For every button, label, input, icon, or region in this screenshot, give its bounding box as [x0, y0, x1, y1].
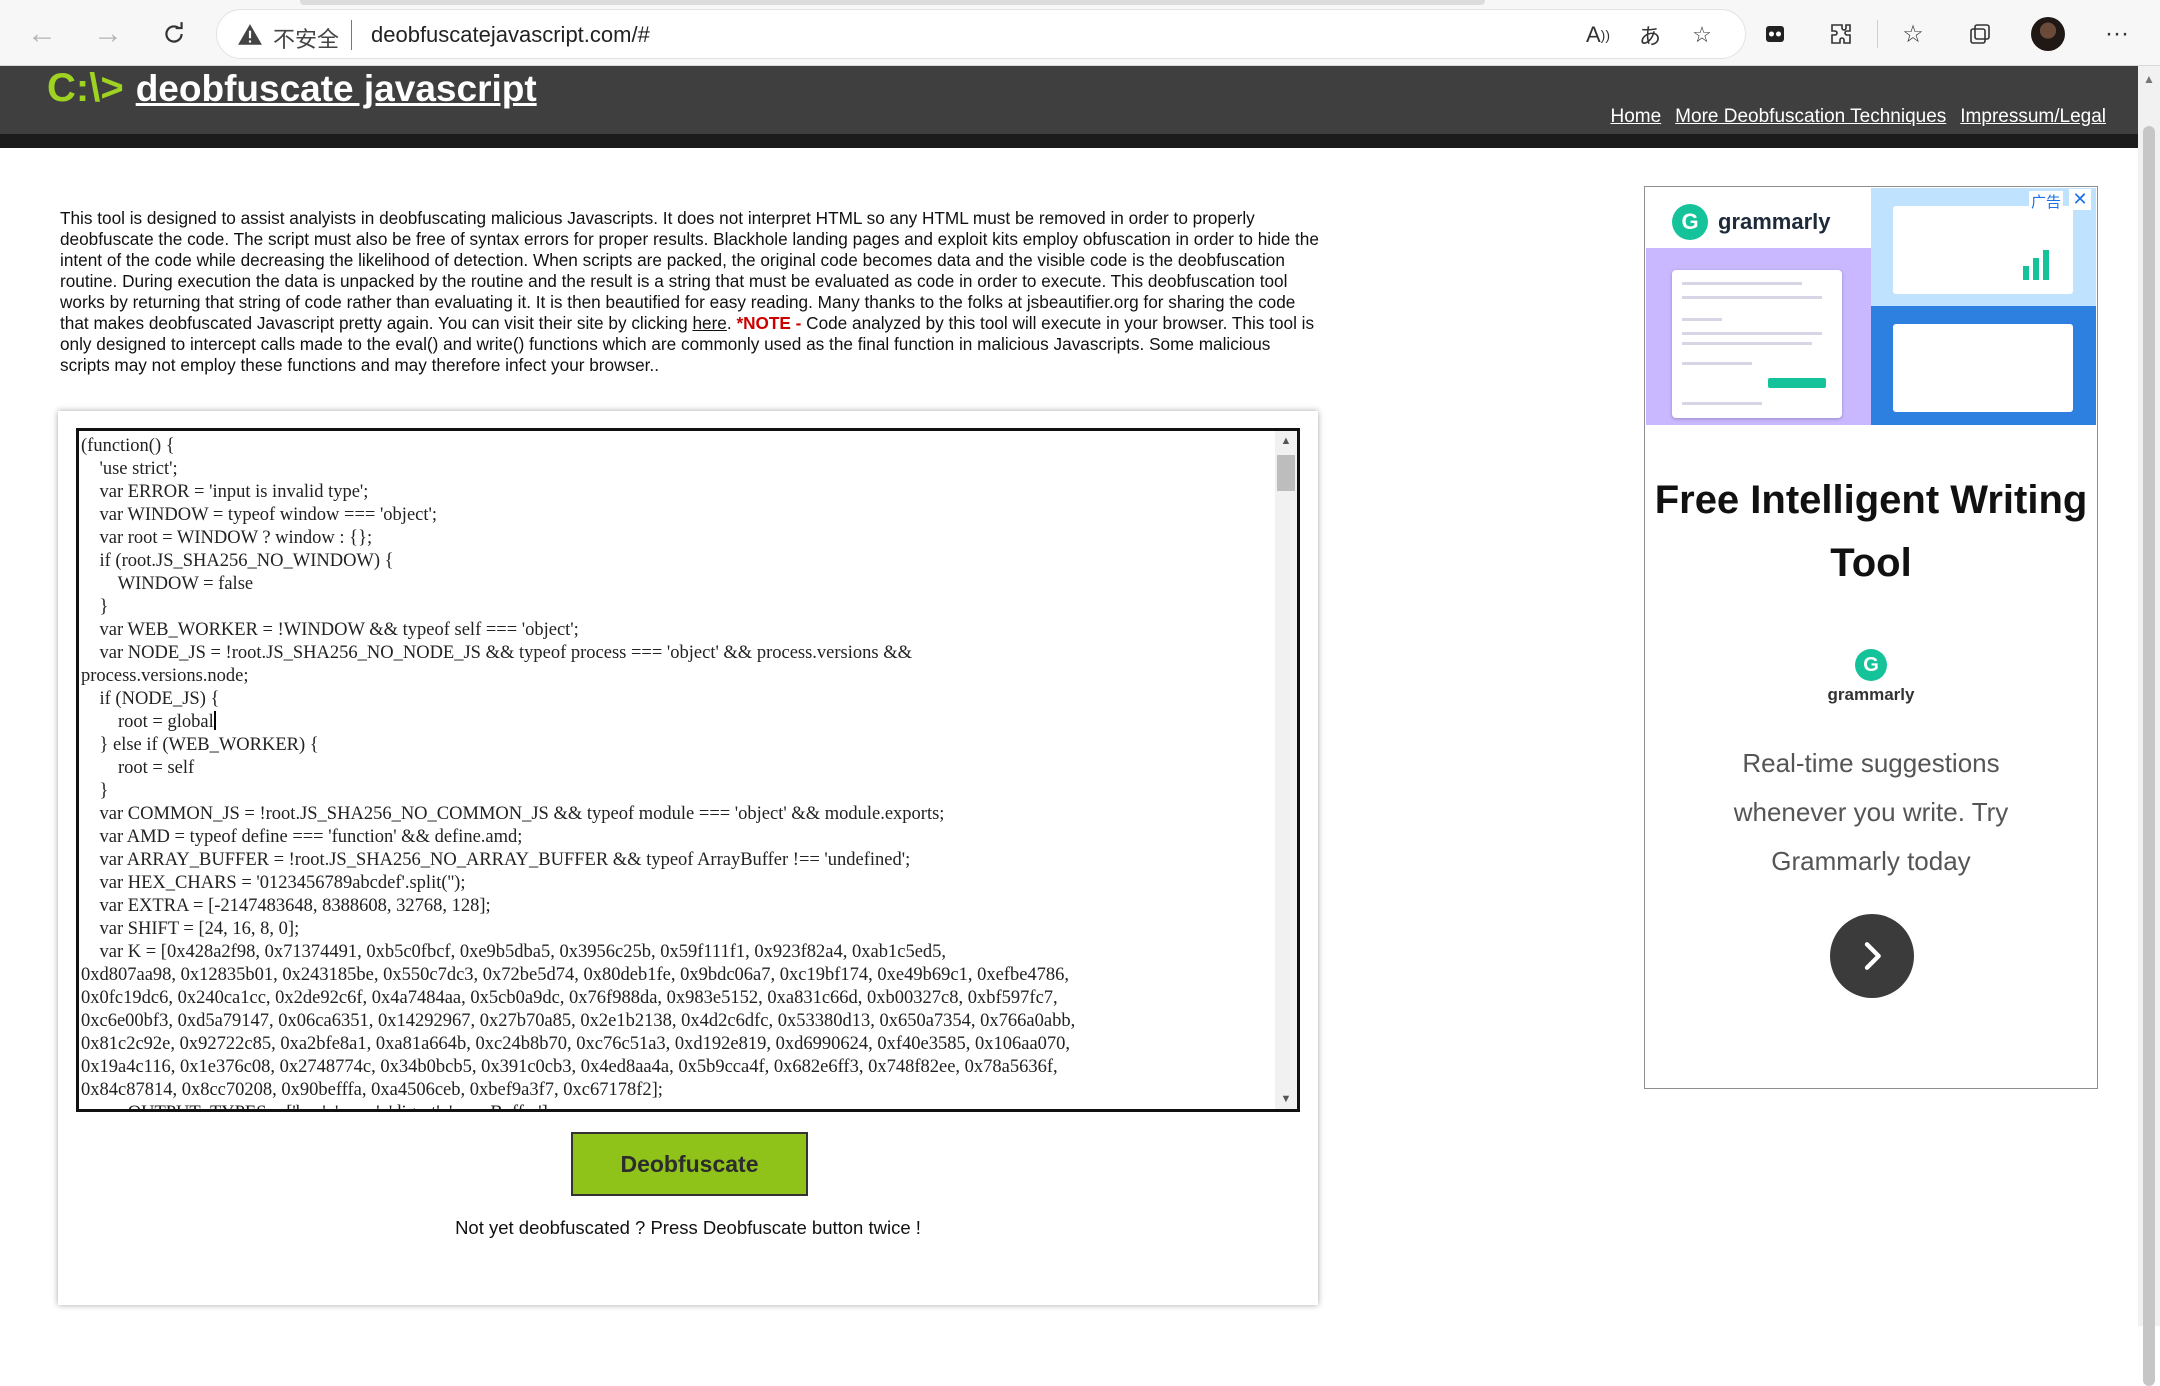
- ad-headline[interactable]: Free Intelligent Writing Tool: [1645, 469, 2097, 595]
- ad-brand-name-small: grammarly: [1827, 685, 1915, 704]
- ad-close-icon[interactable]: ✕: [2069, 189, 2091, 210]
- scroll-up-arrow-icon[interactable]: ▲: [1275, 435, 1297, 447]
- reload-icon[interactable]: [154, 14, 194, 54]
- forward-arrow-icon[interactable]: →: [88, 14, 128, 54]
- site-title-link[interactable]: deobfuscate javascript: [136, 68, 537, 110]
- divider: [1877, 20, 1878, 48]
- ad-right-lower-panel: [1871, 306, 2096, 425]
- deobfuscate-button[interactable]: Deobfuscate: [571, 1132, 808, 1196]
- mock-bar: [2043, 250, 2049, 280]
- warning-icon[interactable]: [237, 22, 263, 48]
- more-menu-icon[interactable]: ···: [2101, 18, 2133, 50]
- grammarly-logo-icon: G: [1855, 649, 1887, 681]
- ad-document-mockup: [1672, 270, 1842, 418]
- code-text-before-caret: (function() { 'use strict'; var ERROR = …: [81, 436, 912, 732]
- url-text[interactable]: deobfuscatejavascript.com/#: [371, 22, 650, 48]
- note-label: *NOTE -: [736, 313, 802, 333]
- textarea-scrollbar-thumb[interactable]: [1277, 455, 1295, 491]
- back-arrow-icon[interactable]: ←: [22, 14, 62, 54]
- mock-text-line: [1682, 296, 1822, 299]
- mock-text-line: [1682, 402, 1762, 405]
- ad-chart-mockup: [1893, 206, 2073, 294]
- code-content[interactable]: (function() { 'use strict'; var ERROR = …: [81, 435, 1277, 1109]
- extension-icon[interactable]: [1759, 18, 1791, 50]
- scroll-up-arrow-icon[interactable]: ▲: [2138, 72, 2160, 86]
- mock-bar: [2033, 258, 2039, 280]
- nav-techniques-link[interactable]: More Deobfuscation Techniques: [1675, 106, 1946, 128]
- mock-suggestion-pill: [1768, 378, 1826, 388]
- ad-logo-secondary[interactable]: G grammarly: [1645, 649, 2097, 705]
- add-favorite-icon[interactable]: ☆: [1687, 20, 1717, 50]
- mock-text-line: [1682, 342, 1812, 345]
- ad-brand-name: grammarly: [1718, 209, 1831, 234]
- ad-badge[interactable]: 广告: [2028, 191, 2063, 212]
- ad-banner-image[interactable]: G grammarly: [1646, 188, 2096, 425]
- translate-icon[interactable]: あ: [1635, 20, 1665, 50]
- security-status[interactable]: 不安全: [273, 22, 339, 54]
- ad-left-panel: G grammarly: [1646, 188, 1871, 425]
- read-aloud-icon[interactable]: A)): [1583, 20, 1613, 50]
- scroll-down-arrow-icon[interactable]: ▼: [1275, 1093, 1297, 1105]
- mock-text-line: [1682, 282, 1802, 285]
- code-textarea[interactable]: (function() { 'use strict'; var ERROR = …: [76, 428, 1300, 1112]
- site-header: C:\> deobfuscate javascript Home More De…: [0, 66, 2138, 134]
- chevron-right-icon[interactable]: [1830, 914, 1914, 998]
- site-logo: C:\> deobfuscate javascript: [47, 66, 537, 110]
- textarea-scrollbar[interactable]: ▲ ▼: [1275, 431, 1297, 1109]
- site-nav: Home More Deobfuscation Techniques Impre…: [1610, 106, 2106, 128]
- code-text-after-caret: } else if (WEB_WORKER) { root = self } v…: [81, 735, 1076, 1109]
- profile-avatar[interactable]: [2031, 17, 2065, 51]
- favorites-icon[interactable]: ☆: [1897, 18, 1929, 50]
- header-underline: [0, 134, 2138, 148]
- nav-legal-link[interactable]: Impressum/Legal: [1960, 106, 2106, 128]
- address-bar[interactable]: 不安全 deobfuscatejavascript.com/# A)) あ ☆: [216, 9, 1746, 59]
- divider: [351, 20, 352, 50]
- logo-prompt: C:\>: [47, 66, 124, 110]
- status-message: Not yet deobfuscated ? Press Deobfuscate…: [455, 1217, 921, 1238]
- jsbeautifier-link[interactable]: here: [692, 313, 726, 333]
- text-caret: [213, 711, 216, 730]
- mock-bar: [2023, 266, 2029, 280]
- mock-text-line: [1682, 362, 1752, 365]
- tab-strip: [300, 0, 1485, 5]
- page-scrollbar[interactable]: ▲: [2138, 66, 2160, 1386]
- mock-text-line: [1682, 332, 1822, 335]
- ad-logo: G grammarly: [1672, 204, 1831, 240]
- nav-home-link[interactable]: Home: [1610, 106, 1661, 128]
- mock-text-line: [1682, 318, 1722, 321]
- ad-body-text[interactable]: Real-time suggestions whenever you write…: [1705, 739, 2037, 886]
- intro-paragraph: This tool is designed to assist analyist…: [60, 208, 1320, 376]
- deobfuscate-tool-panel: (function() { 'use strict'; var ERROR = …: [58, 411, 1318, 1305]
- collections-icon[interactable]: [1964, 18, 1996, 50]
- ad-profile-mockup: [1893, 324, 2073, 412]
- intro-text-punctuation: .: [726, 313, 737, 333]
- browser-toolbar: ← → 不安全 deobfuscatejavascript.com/# A)) …: [0, 0, 2160, 66]
- scrollbar-thumb[interactable]: [2143, 126, 2155, 1386]
- grammarly-ad[interactable]: G grammarly 广告 ✕ Free Intelligent Writin…: [1644, 186, 2098, 1089]
- grammarly-logo-icon: G: [1672, 204, 1708, 240]
- extensions-puzzle-icon[interactable]: [1825, 18, 1857, 50]
